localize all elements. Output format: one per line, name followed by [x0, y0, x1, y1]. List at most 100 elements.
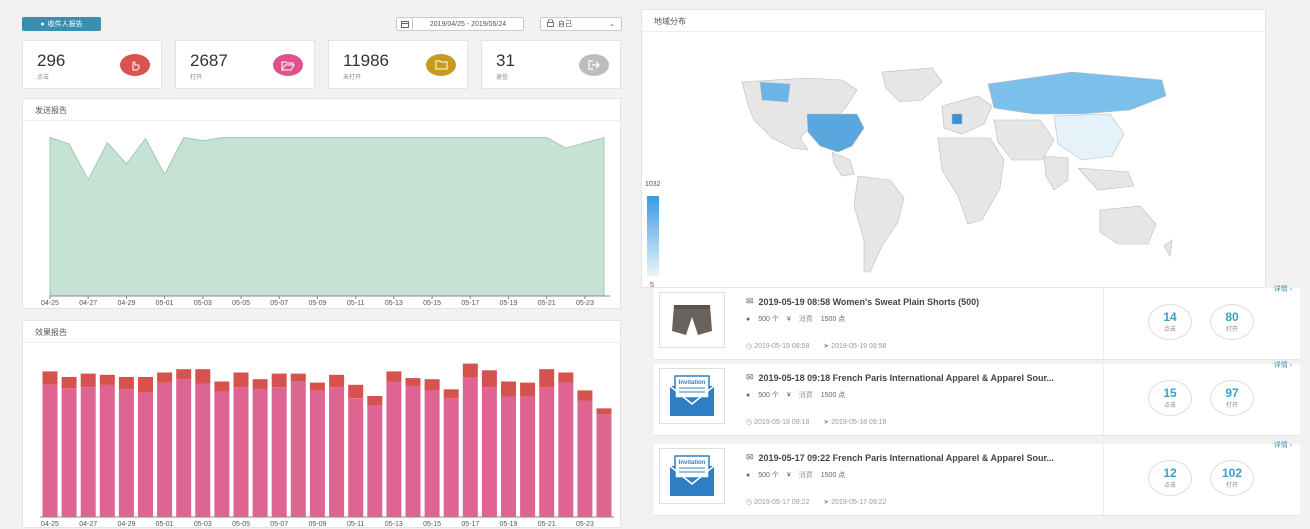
x-tick-label: 05-17 — [461, 300, 479, 307]
campaign-thumbnail: Invitation — [659, 368, 725, 424]
owner-select[interactable]: 自己 ⌄ — [540, 17, 622, 31]
thumb-text: Invitation — [679, 460, 706, 466]
campaign-thumbnail: Invitation — [659, 448, 725, 504]
shorts-image — [672, 305, 712, 335]
yen-icon: ¥ — [786, 315, 791, 323]
receiver-report-button[interactable]: ● 收件人报告 — [22, 17, 101, 31]
bar-clicked — [558, 372, 574, 383]
folder-open-icon — [273, 54, 303, 76]
envelope-icon: ✉ — [746, 372, 754, 382]
stat-label: 退信 — [496, 75, 509, 81]
bar-opened — [157, 382, 173, 517]
bar-clicked — [481, 370, 497, 388]
geo-legend-bar — [647, 196, 659, 276]
bar-opened — [99, 384, 115, 517]
stat-value: 2687 — [190, 51, 228, 70]
bar-opened — [462, 377, 478, 517]
detail-link[interactable]: 详情 › — [1274, 440, 1292, 450]
campaign-times: ◷ 2019-05-19 08:58 ➤ 2019-05-19 08:58 — [746, 342, 886, 350]
thumb-text: Invitation — [679, 380, 706, 386]
send-icon: ➤ — [823, 343, 830, 350]
bar-clicked — [424, 379, 440, 391]
clicks-label: 点击 — [1163, 403, 1176, 409]
bar-opened — [176, 379, 192, 517]
stat-card-bounced: 31 退信 — [481, 40, 621, 89]
bar-opened — [501, 396, 516, 517]
sent-time: 2019-05-18 09:18 — [831, 419, 887, 426]
bar-opened — [424, 390, 440, 517]
stat-value: 11986 — [343, 51, 390, 70]
world-map — [741, 67, 1173, 273]
detail-link[interactable]: 详情 › — [1274, 284, 1292, 294]
bar-clicked — [309, 382, 325, 391]
clicks-label: 点击 — [1163, 327, 1176, 333]
bar-clicked — [386, 371, 402, 382]
stat-card-unopened: 11986 未打开 — [328, 40, 468, 89]
bar-clicked — [443, 389, 459, 399]
clock-icon: ◷ — [746, 499, 753, 506]
x-tick-label: 05-23 — [576, 521, 594, 528]
yen-icon: ¥ — [786, 471, 791, 479]
sending-area-chart: 04-25 04-27 04-29 05-01 05-03 05-05 05-07 05-09… — [41, 136, 610, 307]
owner-select-value: 自己 — [558, 21, 572, 28]
campaign-item[interactable]: Invitation ✉ 2019-05-18 09:18 French Par… — [654, 362, 1300, 436]
campaign-times: ◷ 2019-05-17 09:22 ➤ 2019-05-17 09:22 — [746, 498, 886, 506]
campaign-thumbnail — [659, 292, 725, 348]
bar-clicked — [214, 381, 230, 392]
date-range-picker[interactable]: 2019/04/25 - 2019/05/24 — [396, 17, 524, 31]
send-icon: ➤ — [823, 499, 830, 506]
x-tick-label: 04-25 — [41, 521, 59, 528]
stat-value: 296 — [37, 51, 66, 70]
bar-opened — [252, 389, 268, 517]
calendar-icon — [397, 18, 413, 30]
map-russia — [987, 71, 1167, 115]
campaign-item[interactable]: ✉ 2019-05-19 08:58 Women's Sweat Plain S… — [654, 286, 1300, 360]
bar-clicked — [577, 390, 593, 401]
opens-bubble: 97 打开 — [1210, 380, 1254, 416]
legend-max: 1032 — [645, 181, 661, 188]
sent-time: 2019-05-19 08:58 — [831, 343, 887, 350]
invitation-envelope-image: Invitation — [669, 375, 715, 416]
campaign-title[interactable]: ✉ 2019-05-18 09:18 French Paris Internat… — [746, 372, 1086, 383]
cost-label: 消费 — [798, 472, 813, 479]
map-mexico — [831, 151, 855, 177]
map-india — [1043, 155, 1069, 191]
sending-report-panel: 发送报告 04-25 04-27 04-29 05-01 05-03 05-05 05-07… — [22, 98, 621, 309]
bar-clicked — [233, 372, 249, 388]
bar-clicked — [501, 381, 516, 397]
map-alaska — [759, 81, 791, 103]
x-tick-label: 05-11 — [347, 300, 364, 307]
bar-clicked — [42, 371, 58, 385]
x-tick-label: 05-15 — [423, 521, 441, 528]
opens-value: 80 — [1225, 310, 1239, 324]
bar-clicked — [118, 377, 134, 390]
cost-value: 1500 点 — [820, 392, 846, 399]
map-south-america — [853, 175, 905, 273]
campaign-meta: ● 500 个 ¥ 消费 1500 点 — [746, 390, 845, 400]
x-tick-label: 04-27 — [79, 521, 97, 528]
opens-bubble: 102 打开 — [1210, 460, 1254, 496]
campaign-item[interactable]: Invitation ✉ 2019-05-17 09:22 French Par… — [654, 442, 1300, 516]
recipient-count: 500 个 — [758, 472, 779, 479]
campaign-title[interactable]: ✉ 2019-05-17 09:22 French Paris Internat… — [746, 452, 1086, 463]
created-time: 2019-05-17 09:22 — [754, 499, 810, 506]
campaign-title-text: 2019-05-17 09:22 French Paris Internatio… — [758, 452, 1054, 463]
bar-clicked — [99, 374, 115, 385]
bar-opened — [558, 382, 574, 517]
detail-link[interactable]: 详情 › — [1274, 360, 1292, 370]
map-usa — [806, 113, 865, 153]
bar-clicked — [367, 396, 383, 405]
x-tick-label: 05-19 — [500, 300, 518, 307]
bar-clicked — [252, 379, 268, 390]
bar-opened — [61, 388, 77, 517]
recipient-count: 500 个 — [758, 392, 779, 399]
campaign-meta: ● 500 个 ¥ 消费 1500 点 — [746, 314, 845, 324]
date-range-text: 2019/04/25 - 2019/05/24 — [429, 20, 507, 28]
cost-value: 1500 点 — [820, 316, 846, 323]
x-tick-label: 05-07 — [270, 300, 288, 307]
x-tick-label: 05-23 — [576, 300, 594, 307]
opens-label: 打开 — [1225, 403, 1238, 409]
map-france — [951, 113, 963, 125]
campaign-title[interactable]: ✉ 2019-05-19 08:58 Women's Sweat Plain S… — [746, 296, 1086, 307]
cost-label: 消费 — [798, 392, 813, 399]
